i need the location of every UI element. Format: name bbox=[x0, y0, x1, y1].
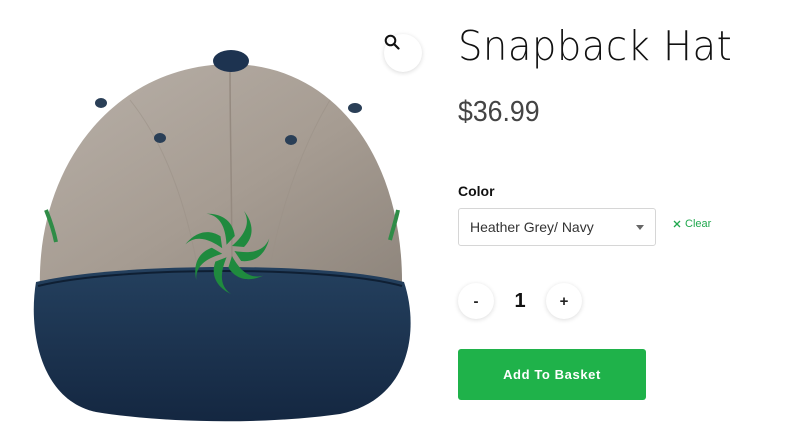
product-price: $36.99 bbox=[458, 96, 540, 128]
add-to-basket-button[interactable]: Add To Basket bbox=[458, 349, 646, 400]
dropdown-arrow-icon bbox=[636, 225, 644, 230]
color-label: Color bbox=[458, 183, 495, 199]
quantity-input[interactable]: 1 bbox=[506, 286, 534, 316]
product-title: Snapback Hat bbox=[458, 22, 733, 70]
product-image-gallery bbox=[0, 0, 437, 443]
color-select-value: Heather Grey/ Navy bbox=[470, 219, 594, 235]
product-image[interactable] bbox=[0, 0, 437, 443]
clear-selection-link[interactable]: Clear bbox=[673, 218, 711, 230]
product-summary: Snapback Hat $36.99 Color Heather Grey/ … bbox=[458, 0, 778, 443]
clear-label: Clear bbox=[685, 218, 712, 230]
close-icon bbox=[673, 220, 681, 228]
color-select[interactable]: Heather Grey/ Navy bbox=[458, 208, 656, 246]
search-icon bbox=[384, 34, 400, 50]
zoom-button[interactable] bbox=[384, 34, 422, 72]
quantity-decrease-button[interactable]: - bbox=[458, 283, 494, 319]
quantity-increase-button[interactable]: + bbox=[546, 283, 582, 319]
